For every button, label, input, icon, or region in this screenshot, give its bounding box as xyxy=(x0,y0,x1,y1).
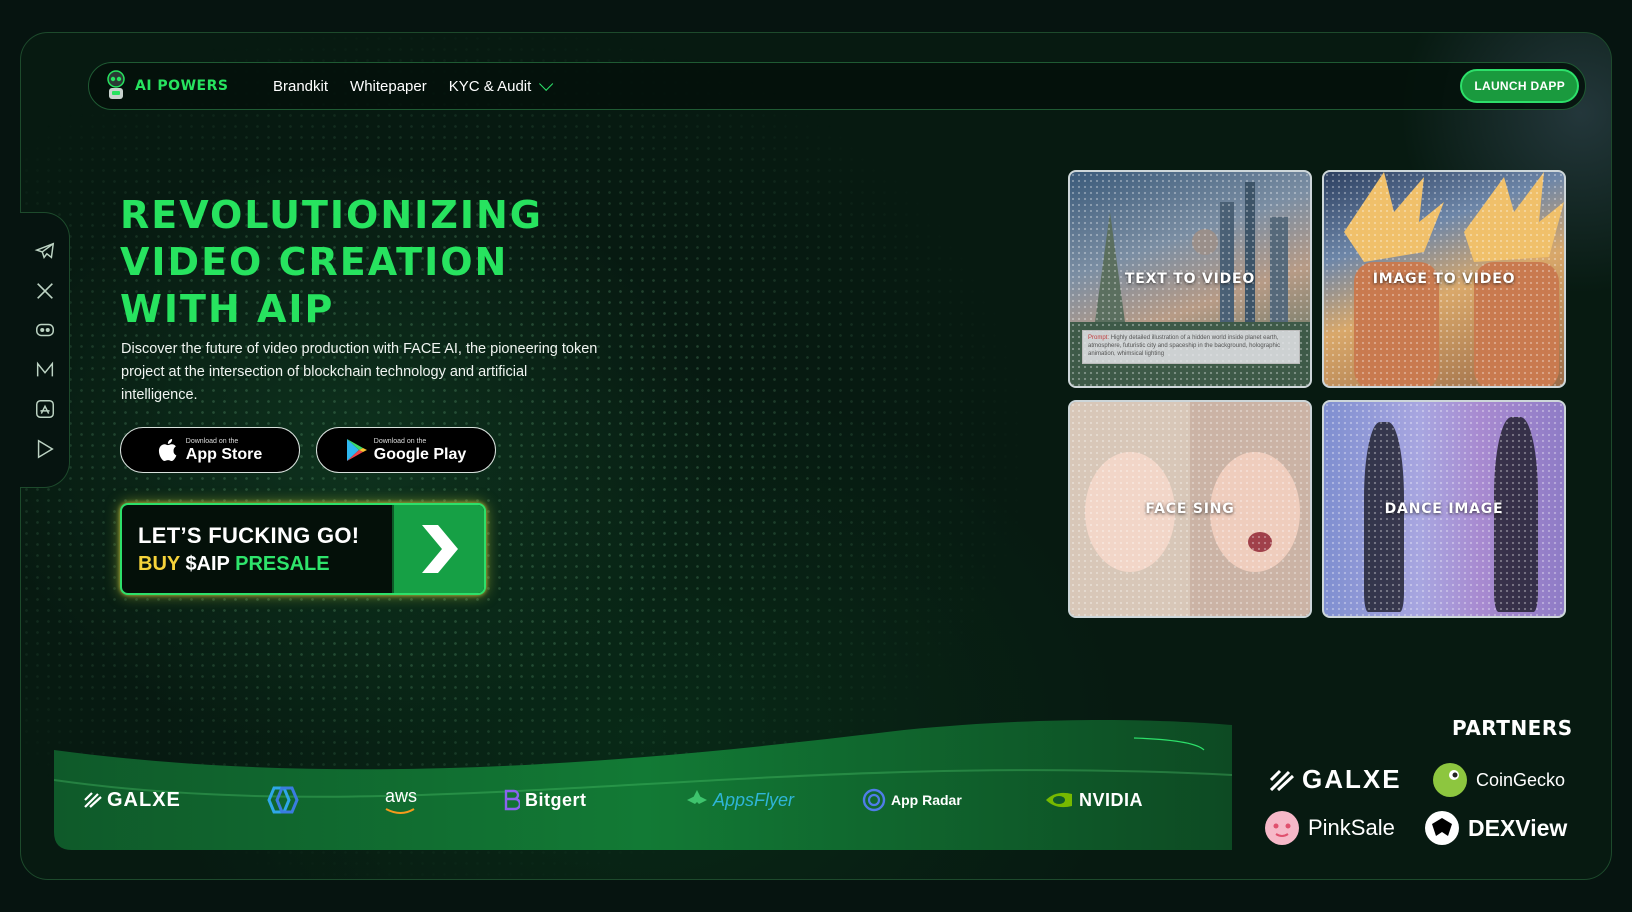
featured-pinksale-label: PinkSale xyxy=(1308,815,1395,840)
tile-image-to-video[interactable]: IMAGE TO VIDEO xyxy=(1322,170,1566,388)
cta-ticker: $AIP xyxy=(185,553,230,575)
chevron-down-icon xyxy=(539,76,554,91)
cta-headline: LET’S FUCKING GO! xyxy=(138,523,360,548)
google-play-logo-icon xyxy=(346,439,367,461)
app-radar-icon xyxy=(862,788,886,812)
partner-app-radar-label: App Radar xyxy=(891,792,962,808)
hero-title-line-3: WITH AIP xyxy=(120,287,335,331)
nav-links: Brandkit Whitepaper KYC & Audit xyxy=(273,76,1460,95)
hero-title-line-2: VIDEO CREATION xyxy=(120,240,509,284)
hero-description: Discover the future of video production … xyxy=(121,341,598,403)
cta-presale: PRESALE xyxy=(235,553,330,575)
appsflyer-icon xyxy=(687,790,707,804)
dancer-figure-left xyxy=(1364,422,1404,612)
launch-dapp-button[interactable]: LAUNCH DAPP xyxy=(1460,69,1579,103)
tile-face-sing[interactable]: FACE SING xyxy=(1068,400,1312,618)
app-store-icon[interactable] xyxy=(34,398,56,420)
prompt-label: Prompt: xyxy=(1088,335,1110,341)
tile-text-to-video-label: TEXT TO VIDEO xyxy=(1124,271,1256,287)
featured-partner-pinksale[interactable]: PinkSale xyxy=(1264,810,1395,846)
aws-smile-icon xyxy=(385,807,415,814)
pinksale-icon xyxy=(1265,811,1299,845)
partner-logos-row: GALXE aws Bitgert AppsFlyer App Radar NV… xyxy=(54,780,1232,820)
featured-partner-coingecko[interactable]: CoinGecko xyxy=(1432,762,1565,798)
coingecko-icon xyxy=(1433,763,1467,797)
tile-dance-image[interactable]: DANCE IMAGE xyxy=(1322,400,1566,618)
telegram-icon[interactable] xyxy=(34,240,56,262)
google-play-icon[interactable] xyxy=(34,438,56,460)
featured-partner-galxe[interactable]: GALXE xyxy=(1270,764,1402,795)
dexview-icon xyxy=(1425,811,1459,845)
cta-buy: BUY xyxy=(138,553,180,575)
galxe-icon xyxy=(84,792,102,808)
google-play-label: Google Play xyxy=(373,445,467,463)
nvidia-eye-icon xyxy=(1046,792,1072,808)
app-store-button[interactable]: Download on the App Store xyxy=(120,427,300,473)
logo[interactable]: AI POWERS xyxy=(103,70,263,102)
partner-bitgert[interactable]: Bitgert xyxy=(504,789,587,811)
galxe-icon xyxy=(1270,769,1294,791)
bitgert-icon xyxy=(504,789,520,811)
prompt-box: Prompt: Highly detailed illustration of … xyxy=(1082,330,1300,364)
medium-icon[interactable] xyxy=(34,359,56,381)
hexagon-chain-icon xyxy=(267,786,299,814)
partner-app-radar[interactable]: App Radar xyxy=(862,788,962,812)
nav-link-kyc-audit[interactable]: KYC & Audit xyxy=(448,76,554,95)
chevron-right-icon xyxy=(392,505,484,593)
partner-appsflyer[interactable]: AppsFlyer xyxy=(686,789,794,811)
featured-dexview-label: DEXView xyxy=(1468,814,1568,841)
partner-nvidia[interactable]: NVIDIA xyxy=(1044,790,1143,811)
app-store-label: App Store xyxy=(185,445,263,463)
partner-chain-logo[interactable] xyxy=(262,785,302,815)
google-play-button[interactable]: Download on the Google Play xyxy=(316,427,496,473)
nav-link-brandkit[interactable]: Brandkit xyxy=(273,78,328,95)
hero-title: REVOLUTIONIZING VIDEO CREATION WITH AIP xyxy=(120,192,720,333)
buy-presale-cta[interactable]: LET’S FUCKING GO! BUY $AIP PRESALE xyxy=(120,503,486,595)
hero-title-line-1: REVOLUTIONIZING xyxy=(120,193,543,237)
logo-text: AI POWERS xyxy=(135,78,229,94)
featured-partner-dexview[interactable]: DEXView xyxy=(1424,810,1567,846)
tile-dance-image-label: DANCE IMAGE xyxy=(1384,501,1504,517)
partner-aws-label: aws xyxy=(384,785,417,806)
partner-galxe-label: GALXE xyxy=(107,788,181,811)
partner-aws[interactable]: aws xyxy=(384,786,418,815)
featured-galxe-label: GALXE xyxy=(1302,764,1402,794)
prompt-text: Highly detailed illustration of a hidden… xyxy=(1088,335,1281,357)
partner-galxe[interactable]: GALXE xyxy=(84,789,181,812)
app-store-small-text: Download on the xyxy=(185,437,239,445)
partner-nvidia-label: NVIDIA xyxy=(1079,789,1144,810)
partner-appsflyer-label: AppsFlyer xyxy=(713,789,795,810)
partner-bitgert-label: Bitgert xyxy=(525,789,587,810)
discord-icon[interactable] xyxy=(34,319,56,341)
cta-text: LET’S FUCKING GO! BUY $AIP PRESALE xyxy=(122,505,392,593)
nav-link-kyc-audit-label: KYC & Audit xyxy=(448,77,532,95)
apple-icon xyxy=(158,439,177,461)
featured-coingecko-label: CoinGecko xyxy=(1476,769,1566,790)
partner-logo-strip: GALXE aws Bitgert AppsFlyer App Radar NV… xyxy=(54,720,1232,850)
google-play-small-text: Download on the xyxy=(373,437,427,445)
nav-link-whitepaper[interactable]: Whitepaper xyxy=(350,78,427,95)
tile-image-to-video-label: IMAGE TO VIDEO xyxy=(1372,271,1516,287)
tile-text-to-video[interactable]: TEXT TO VIDEO Prompt: Highly detailed il… xyxy=(1068,170,1312,388)
social-sidebar xyxy=(20,212,70,488)
cta-subline: BUY $AIP PRESALE xyxy=(138,553,376,576)
robot-logo-icon xyxy=(103,70,129,102)
x-icon[interactable] xyxy=(34,280,56,302)
partners-title: PARTNERS xyxy=(1452,716,1573,740)
tile-face-sing-label: FACE SING xyxy=(1145,501,1235,517)
header-navbar: AI POWERS Brandkit Whitepaper KYC & Audi… xyxy=(88,62,1586,110)
